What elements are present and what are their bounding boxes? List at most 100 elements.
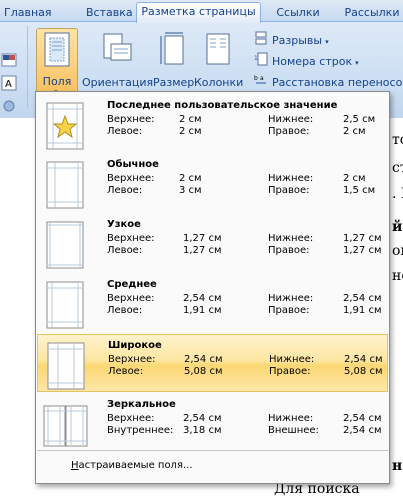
left-label: Левое: [108, 366, 144, 377]
columns-icon [203, 32, 233, 71]
top-label: Верхнее: [107, 173, 155, 184]
bottom-value: 2,54 см [343, 413, 382, 424]
tab-page-layout[interactable]: Разметка страницы [136, 2, 261, 23]
themes-group-fragment: A [0, 48, 26, 118]
hyphenation-label: Расстановка переносов [272, 76, 403, 89]
columns-label: Колонки [194, 76, 244, 89]
margin-option-narrow[interactable]: Узкое Верхнее: 1,27 см Нижнее: 1,27 см Л… [37, 214, 388, 272]
left-label: Левое: [107, 185, 143, 196]
breaks-icon [254, 31, 268, 51]
size-button[interactable]: Размер [153, 32, 195, 94]
ribbon-tab-bar: Главная Вставка Разметка страницы Ссылки… [0, 0, 403, 23]
margin-option-mirrored[interactable]: Зеркальное Верхнее: 2,54 см Нижнее: 2,54… [37, 394, 388, 452]
margin-option-wide[interactable]: Широкое Верхнее: 2,54 см Нижнее: 2,54 см… [37, 334, 388, 392]
document-text-fragment: ом [392, 243, 403, 259]
tab-references[interactable]: Ссылки [275, 4, 321, 22]
right-label: Правое: [268, 126, 310, 137]
top-value: 2,54 см [184, 354, 223, 365]
top-value: 2 см [179, 173, 202, 184]
margins-button[interactable]: Поля ▾ [36, 28, 78, 96]
option-name: Обычное [107, 159, 159, 170]
top-label: Верхнее: [108, 354, 156, 365]
right-label: Правое: [268, 305, 310, 316]
document-text-fragment: ст [392, 160, 403, 176]
right-value: 1,27 см [343, 245, 382, 256]
top-label: Верхнее: [107, 233, 155, 244]
custom-margins-label: Настраиваемые поля... [71, 460, 193, 471]
size-label: Размер [153, 76, 195, 89]
size-icon [158, 32, 188, 71]
menu-separator [37, 450, 388, 451]
top-value: 2,54 см [183, 413, 222, 424]
hyphenation-icon: ba [254, 73, 268, 93]
top-label: Верхнее: [107, 114, 155, 125]
line-numbers-button[interactable]: 1 Номера строк ▾ [254, 52, 359, 70]
tab-mailings[interactable]: Рассылки [344, 4, 400, 22]
margins-label: Поля [42, 75, 72, 88]
left-value: 5,08 см [184, 366, 223, 377]
bottom-label: Нижнее: [268, 233, 314, 244]
top-label: Верхнее: [107, 413, 155, 424]
document-text-fragment: . Р [392, 186, 403, 202]
tab-insert[interactable]: Вставка [86, 4, 133, 22]
option-name: Зеркальное [107, 399, 176, 410]
document-text-fragment: то [392, 132, 403, 148]
margin-option-moderate[interactable]: Среднее Верхнее: 2,54 см Нижнее: 2,54 см… [37, 274, 388, 332]
option-name: Последнее пользовательское значение [107, 100, 338, 111]
svg-text:1: 1 [254, 55, 258, 62]
orientation-label: Ориентация [82, 76, 154, 89]
right-value: 2 см [343, 126, 366, 137]
top-value: 2 см [179, 114, 202, 125]
bottom-value: 1,27 см [343, 233, 382, 244]
option-name: Широкое [108, 340, 162, 351]
top-value: 1,27 см [183, 233, 222, 244]
custom-margins-item[interactable]: Настраиваемые поля... [37, 454, 388, 480]
bottom-label: Нижнее: [268, 114, 314, 125]
bottom-value: 2 см [343, 173, 366, 184]
hyphenation-button[interactable]: ba Расстановка переносов▾ [254, 73, 403, 91]
right-value: 5,08 см [344, 366, 383, 377]
left-value: 1,91 см [183, 305, 222, 316]
tab-home[interactable]: Главная [4, 4, 52, 22]
margins-dropdown: Последнее пользовательское значение Верх… [35, 91, 390, 484]
right-label: Правое: [268, 185, 310, 196]
custom-margins-label-text: астраиваемые поля... [78, 460, 193, 471]
breaks-button[interactable]: Разрывы ▾ [254, 31, 329, 49]
margin-option-normal[interactable]: Обычное Верхнее: 2 см Нижнее: 2 см Левое… [37, 154, 388, 212]
top-label: Верхнее: [107, 293, 155, 304]
bottom-label: Нижнее: [268, 173, 314, 184]
page-narrow-icon [45, 220, 85, 270]
margin-option-last-custom[interactable]: Последнее пользовательское значение Верх… [37, 95, 388, 153]
inside-value: 3,18 см [183, 425, 222, 436]
mnemonic-letter: Н [71, 460, 79, 471]
group-separator [27, 26, 28, 108]
svg-text:A: A [5, 79, 12, 90]
svg-text:a: a [260, 75, 264, 82]
margins-icon [42, 32, 72, 71]
outside-label: Внешнее: [268, 425, 319, 436]
option-name: Среднее [107, 279, 157, 290]
orientation-button[interactable]: Ориентация [82, 32, 154, 94]
breaks-label: Разрывы [272, 34, 323, 47]
document-text-fragment: но [392, 268, 403, 284]
left-value: 2 см [179, 126, 202, 137]
columns-button[interactable]: Колонки [194, 32, 244, 94]
left-value: 1,27 см [183, 245, 222, 256]
bottom-value: 2,5 см [343, 114, 376, 125]
left-label: Левое: [107, 126, 143, 137]
line-numbers-label: Номера строк [272, 55, 353, 68]
svg-text:b: b [254, 75, 258, 82]
bottom-label: Нижнее: [268, 413, 314, 424]
chevron-down-icon: ▾ [325, 38, 329, 46]
line-numbers-icon: 1 [254, 52, 268, 72]
chevron-down-icon: ▾ [355, 59, 359, 67]
orientation-icon [100, 32, 134, 71]
left-label: Левое: [107, 305, 143, 316]
top-value: 2,54 см [183, 293, 222, 304]
right-value: 1,91 см [343, 305, 382, 316]
page-wide-icon [46, 341, 86, 391]
document-text-fragment: на [392, 458, 403, 474]
right-label: Правое: [269, 366, 311, 377]
inside-label: Внутреннее: [107, 425, 174, 436]
document-text-fragment: й в [392, 219, 403, 235]
